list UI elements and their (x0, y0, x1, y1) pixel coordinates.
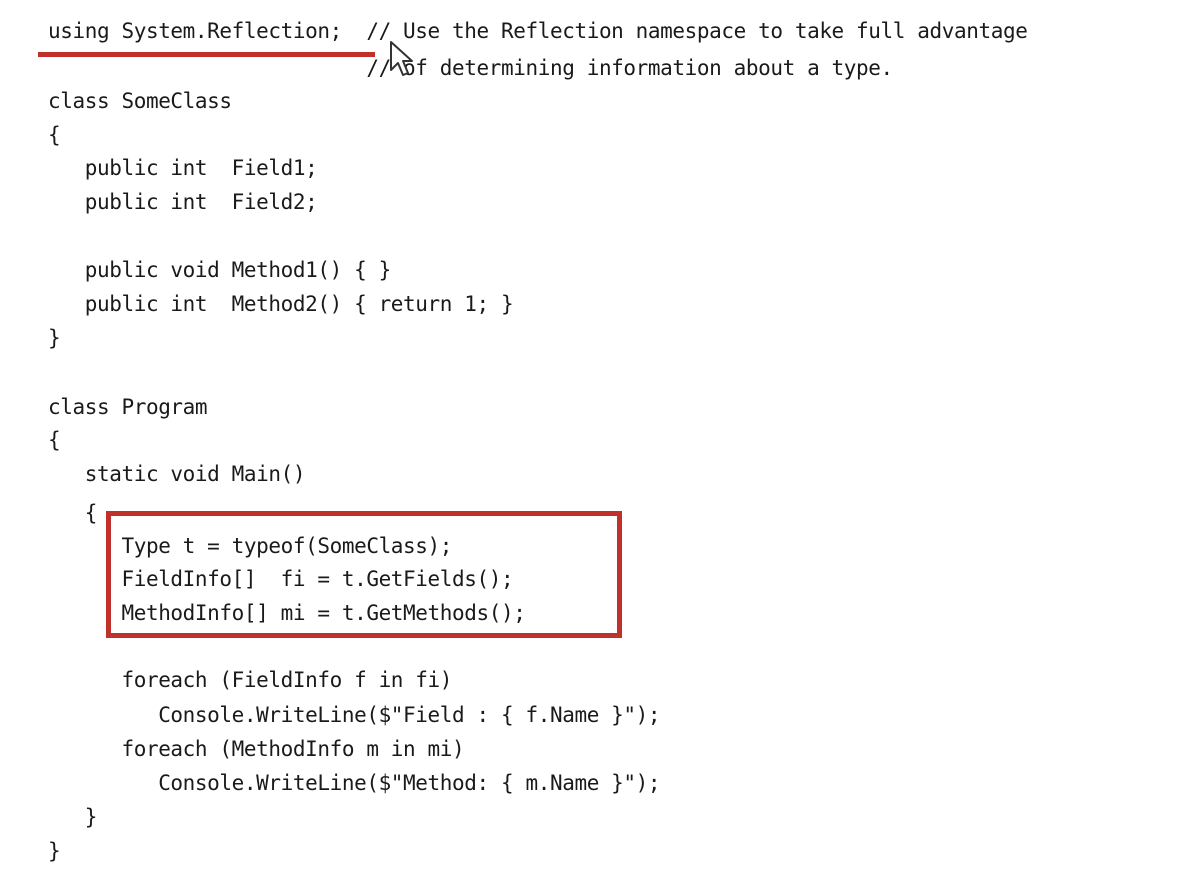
mouse-pointer-icon (390, 41, 413, 76)
code-line: foreach (FieldInfo f in fi) (48, 668, 453, 692)
code-line: { (48, 501, 98, 525)
code-line: } (48, 326, 61, 350)
code-line: Console.WriteLine($"Method: { m.Name }")… (48, 771, 661, 795)
code-line: public int Method2() { return 1; } (48, 292, 514, 316)
highlight-underline (38, 52, 375, 57)
code-listing: using System.Reflection; // Use the Refl… (0, 0, 1186, 878)
code-line: public int Field2; (48, 190, 318, 214)
code-line: public int Field1; (48, 156, 318, 180)
code-line: foreach (MethodInfo m in mi) (48, 737, 465, 761)
highlight-box (106, 511, 622, 638)
code-line: class Program (48, 395, 208, 419)
code-line: public void Method1() { } (48, 258, 391, 282)
code-line: Console.WriteLine($"Field : { f.Name }")… (48, 703, 661, 727)
code-line: { (48, 428, 61, 452)
code-line: { (48, 123, 61, 147)
code-line: using System.Reflection; // Use the Refl… (48, 19, 1028, 43)
code-line: class SomeClass (48, 89, 232, 113)
code-line: } (48, 839, 61, 863)
code-line: } (48, 805, 98, 829)
code-line: static void Main() (48, 462, 306, 486)
